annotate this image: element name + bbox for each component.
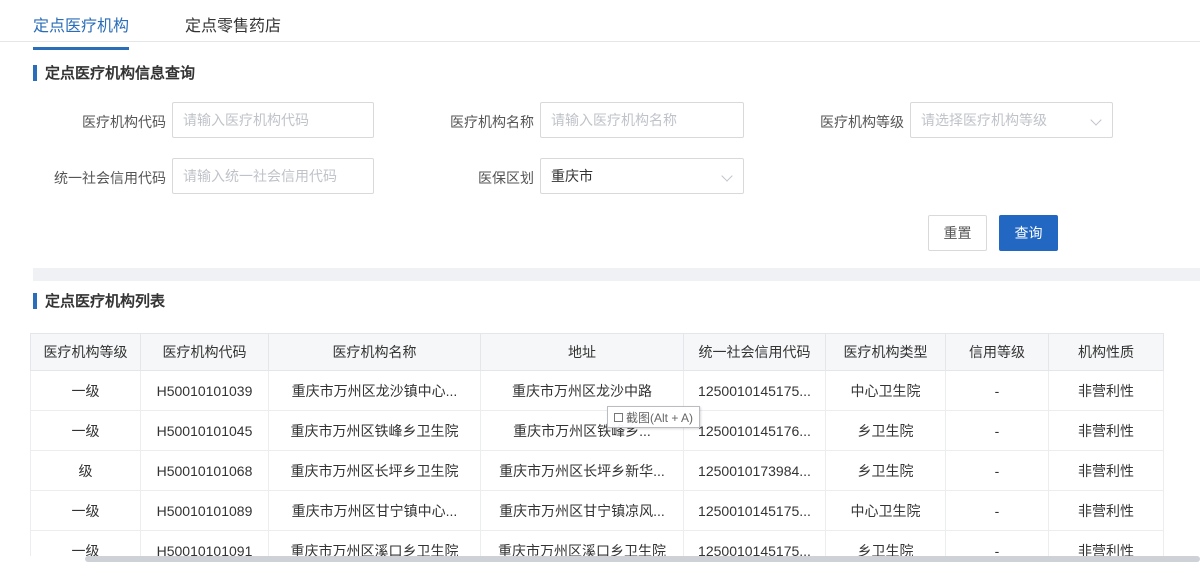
query-section-title-text: 定点医疗机构信息查询 — [45, 62, 195, 83]
table-cell: 1250010173984... — [684, 451, 826, 491]
section-divider-band — [33, 268, 1200, 281]
org-code-input[interactable] — [172, 102, 374, 138]
table-cell: 一级 — [31, 491, 141, 531]
table-cell: 乡卫生院 — [826, 451, 946, 491]
table-cell: 重庆市万州区铁峰乡卫生院 — [269, 411, 481, 451]
screenshot-icon — [614, 413, 623, 422]
list-section-title-text: 定点医疗机构列表 — [45, 290, 165, 311]
tab-designated-retail-pharmacy[interactable]: 定点零售药店 — [185, 12, 281, 47]
screenshot-hint-tooltip: 截图(Alt + A) — [607, 406, 700, 428]
table-cell: 一级 — [31, 371, 141, 411]
table-cell: 重庆市万州区龙沙中路 — [481, 371, 684, 411]
table-cell: - — [946, 371, 1049, 411]
table-header-cell: 统一社会信用代码 — [684, 334, 826, 371]
table-row[interactable]: 一级 H50010101045 重庆市万州区铁峰乡卫生院 重庆市万州区铁峰乡..… — [31, 411, 1164, 451]
title-accent-bar — [33, 293, 37, 309]
table-cell: H50010101089 — [141, 491, 269, 531]
table-header-cell: 医疗机构等级 — [31, 334, 141, 371]
table-cell: 非营利性 — [1049, 411, 1164, 451]
org-level-select[interactable]: 请选择医疗机构等级 — [910, 102, 1113, 138]
screenshot-hint-text: 截图(Alt + A) — [626, 409, 693, 426]
table-header-cell: 信用等级 — [946, 334, 1049, 371]
table-row[interactable]: 级 H50010101068 重庆市万州区长坪乡卫生院 重庆市万州区长坪乡新华.… — [31, 451, 1164, 491]
query-section-title: 定点医疗机构信息查询 — [33, 62, 195, 83]
page: 定点医疗机构 定点零售药店 定点医疗机构信息查询 医疗机构代码 医疗机构名称 医… — [0, 0, 1200, 562]
org-code-label: 医疗机构代码 — [20, 112, 166, 132]
table-header-cell: 地址 — [481, 334, 684, 371]
table-cell: 非营利性 — [1049, 451, 1164, 491]
credit-code-input[interactable] — [172, 158, 374, 194]
table-cell: 一级 — [31, 411, 141, 451]
table-cell: H50010101045 — [141, 411, 269, 451]
org-level-label: 医疗机构等级 — [758, 112, 904, 132]
org-level-placeholder: 请选择医疗机构等级 — [921, 110, 1047, 130]
table-cell: - — [946, 411, 1049, 451]
table-cell: 重庆市万州区长坪乡卫生院 — [269, 451, 481, 491]
horizontal-scrollbar-thumb[interactable] — [85, 556, 1200, 562]
org-name-label: 医疗机构名称 — [388, 112, 534, 132]
table-header-cell: 机构性质 — [1049, 334, 1164, 371]
table-cell: 1250010145175... — [684, 371, 826, 411]
table-cell: 重庆市万州区长坪乡新华... — [481, 451, 684, 491]
tabs-divider — [0, 41, 1200, 42]
table-cell: 级 — [31, 451, 141, 491]
table-cell: 重庆市万州区甘宁镇中心... — [269, 491, 481, 531]
list-section-title: 定点医疗机构列表 — [33, 290, 165, 311]
credit-code-label: 统一社会信用代码 — [20, 168, 166, 188]
table-cell: 中心卫生院 — [826, 491, 946, 531]
table-cell: 1250010145176... — [684, 411, 826, 451]
table-header-row: 医疗机构等级 医疗机构代码 医疗机构名称 地址 统一社会信用代码 医疗机构类型 … — [31, 334, 1164, 371]
table-cell: 非营利性 — [1049, 371, 1164, 411]
table-cell: H50010101039 — [141, 371, 269, 411]
table-header-cell: 医疗机构代码 — [141, 334, 269, 371]
tab-designated-medical-org[interactable]: 定点医疗机构 — [33, 12, 129, 50]
table-cell: - — [946, 491, 1049, 531]
org-name-input[interactable] — [540, 102, 744, 138]
region-label: 医保区划 — [388, 168, 534, 188]
chevron-down-icon — [721, 170, 732, 181]
table-row[interactable]: 一级 H50010101039 重庆市万州区龙沙镇中心... 重庆市万州区龙沙中… — [31, 371, 1164, 411]
chevron-down-icon — [1090, 114, 1101, 125]
title-accent-bar — [33, 65, 37, 81]
horizontal-scrollbar-track — [0, 556, 1200, 562]
table-cell: - — [946, 451, 1049, 491]
reset-button[interactable]: 重置 — [928, 215, 987, 251]
org-table: 医疗机构等级 医疗机构代码 医疗机构名称 地址 统一社会信用代码 医疗机构类型 … — [30, 333, 1163, 562]
table-cell: H50010101068 — [141, 451, 269, 491]
table-header-cell: 医疗机构名称 — [269, 334, 481, 371]
table-cell: 重庆市万州区甘宁镇凉风... — [481, 491, 684, 531]
table-cell: 乡卫生院 — [826, 411, 946, 451]
region-selected-value: 重庆市 — [551, 166, 593, 186]
table-cell: 重庆市万州区龙沙镇中心... — [269, 371, 481, 411]
table-header-cell: 医疗机构类型 — [826, 334, 946, 371]
table-cell: 非营利性 — [1049, 491, 1164, 531]
region-select[interactable]: 重庆市 — [540, 158, 744, 194]
table-cell: 1250010145175... — [684, 491, 826, 531]
table-cell: 中心卫生院 — [826, 371, 946, 411]
table-row[interactable]: 一级 H50010101089 重庆市万州区甘宁镇中心... 重庆市万州区甘宁镇… — [31, 491, 1164, 531]
search-button[interactable]: 查询 — [999, 215, 1058, 251]
